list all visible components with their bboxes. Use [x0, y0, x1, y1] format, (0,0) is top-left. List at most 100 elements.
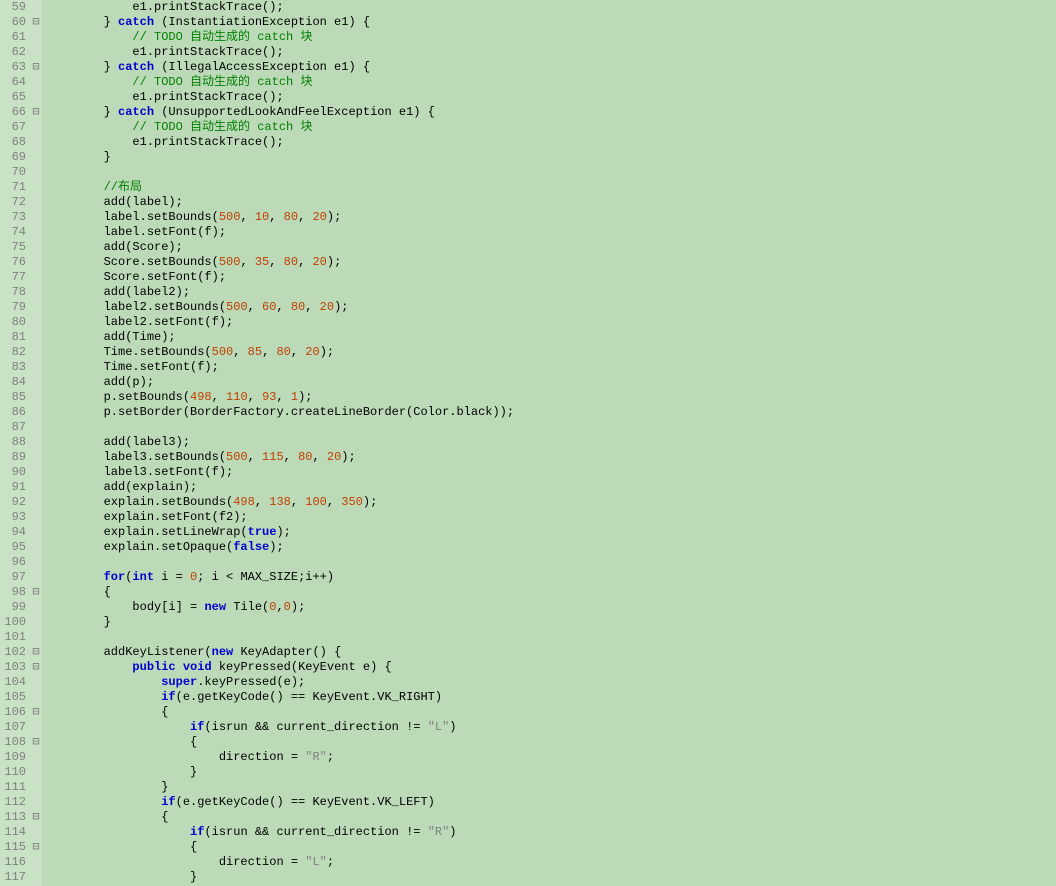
code-line[interactable]: add(Time);: [46, 330, 1056, 345]
line-number: 74: [0, 225, 26, 240]
fold-spacer: [30, 30, 42, 45]
code-line[interactable]: if(e.getKeyCode() == KeyEvent.VK_LEFT): [46, 795, 1056, 810]
fold-toggle-icon[interactable]: ⊟: [30, 840, 42, 855]
line-number: 85: [0, 390, 26, 405]
code-line[interactable]: add(label3);: [46, 435, 1056, 450]
code-line[interactable]: Time.setBounds(500, 85, 80, 20);: [46, 345, 1056, 360]
code-line[interactable]: if(e.getKeyCode() == KeyEvent.VK_RIGHT): [46, 690, 1056, 705]
fold-toggle-icon[interactable]: ⊟: [30, 705, 42, 720]
fold-toggle-icon[interactable]: ⊟: [30, 105, 42, 120]
line-number: 68: [0, 135, 26, 150]
fold-spacer: [30, 510, 42, 525]
fold-spacer: [30, 765, 42, 780]
code-line[interactable]: direction = "R";: [46, 750, 1056, 765]
line-number: 59: [0, 0, 26, 15]
code-line[interactable]: Score.setBounds(500, 35, 80, 20);: [46, 255, 1056, 270]
code-line[interactable]: {: [46, 705, 1056, 720]
fold-spacer: [30, 0, 42, 15]
code-line[interactable]: {: [46, 810, 1056, 825]
line-number-gutter: 5960616263646566676869707172737475767778…: [0, 0, 30, 886]
code-line[interactable]: [46, 165, 1056, 180]
code-line[interactable]: if(isrun && current_direction != "L"): [46, 720, 1056, 735]
code-line[interactable]: [46, 420, 1056, 435]
fold-spacer: [30, 870, 42, 885]
fold-spacer: [30, 540, 42, 555]
line-number: 103: [0, 660, 26, 675]
code-line[interactable]: } catch (IllegalAccessException e1) {: [46, 60, 1056, 75]
code-line[interactable]: p.setBounds(498, 110, 93, 1);: [46, 390, 1056, 405]
code-line[interactable]: explain.setLineWrap(true);: [46, 525, 1056, 540]
code-line[interactable]: }: [46, 780, 1056, 795]
code-line[interactable]: direction = "L";: [46, 855, 1056, 870]
code-line[interactable]: [46, 630, 1056, 645]
code-line[interactable]: label2.setBounds(500, 60, 80, 20);: [46, 300, 1056, 315]
line-number: 107: [0, 720, 26, 735]
code-line[interactable]: }: [46, 870, 1056, 885]
code-line[interactable]: {: [46, 735, 1056, 750]
code-line[interactable]: for(int i = 0; i < MAX_SIZE;i++): [46, 570, 1056, 585]
fold-toggle-icon[interactable]: ⊟: [30, 60, 42, 75]
code-line[interactable]: e1.printStackTrace();: [46, 45, 1056, 60]
fold-toggle-icon[interactable]: ⊟: [30, 735, 42, 750]
code-line[interactable]: explain.setFont(f2);: [46, 510, 1056, 525]
fold-toggle-icon[interactable]: ⊟: [30, 15, 42, 30]
code-line[interactable]: }: [46, 615, 1056, 630]
code-line[interactable]: add(p);: [46, 375, 1056, 390]
fold-toggle-icon[interactable]: ⊟: [30, 645, 42, 660]
line-number: 62: [0, 45, 26, 60]
code-line[interactable]: [46, 555, 1056, 570]
line-number: 89: [0, 450, 26, 465]
fold-spacer: [30, 720, 42, 735]
code-line[interactable]: p.setBorder(BorderFactory.createLineBord…: [46, 405, 1056, 420]
code-line[interactable]: Score.setFont(f);: [46, 270, 1056, 285]
code-line[interactable]: explain.setOpaque(false);: [46, 540, 1056, 555]
code-line[interactable]: add(label2);: [46, 285, 1056, 300]
line-number: 77: [0, 270, 26, 285]
code-line[interactable]: label2.setFont(f);: [46, 315, 1056, 330]
code-line[interactable]: e1.printStackTrace();: [46, 135, 1056, 150]
code-line[interactable]: public void keyPressed(KeyEvent e) {: [46, 660, 1056, 675]
code-line[interactable]: // TODO 自动生成的 catch 块: [46, 75, 1056, 90]
code-line[interactable]: super.keyPressed(e);: [46, 675, 1056, 690]
code-editor[interactable]: e1.printStackTrace(); } catch (Instantia…: [42, 0, 1056, 886]
line-number: 70: [0, 165, 26, 180]
code-line[interactable]: e1.printStackTrace();: [46, 90, 1056, 105]
code-line[interactable]: add(Score);: [46, 240, 1056, 255]
fold-toggle-icon[interactable]: ⊟: [30, 810, 42, 825]
fold-toggle-icon[interactable]: ⊟: [30, 585, 42, 600]
fold-spacer: [30, 690, 42, 705]
code-line[interactable]: label.setBounds(500, 10, 80, 20);: [46, 210, 1056, 225]
code-line[interactable]: }: [46, 765, 1056, 780]
code-line[interactable]: label3.setBounds(500, 115, 80, 20);: [46, 450, 1056, 465]
code-line[interactable]: //布局: [46, 180, 1056, 195]
code-line[interactable]: }: [46, 150, 1056, 165]
code-line[interactable]: {: [46, 840, 1056, 855]
code-line[interactable]: label3.setFont(f);: [46, 465, 1056, 480]
code-line[interactable]: if(isrun && current_direction != "R"): [46, 825, 1056, 840]
line-number: 60: [0, 15, 26, 30]
code-line[interactable]: explain.setBounds(498, 138, 100, 350);: [46, 495, 1056, 510]
code-line[interactable]: } catch (UnsupportedLookAndFeelException…: [46, 105, 1056, 120]
fold-spacer: [30, 210, 42, 225]
code-line[interactable]: // TODO 自动生成的 catch 块: [46, 30, 1056, 45]
code-line[interactable]: } catch (InstantiationException e1) {: [46, 15, 1056, 30]
fold-spacer: [30, 285, 42, 300]
code-line[interactable]: label.setFont(f);: [46, 225, 1056, 240]
code-line[interactable]: add(explain);: [46, 480, 1056, 495]
code-line[interactable]: add(label);: [46, 195, 1056, 210]
code-line[interactable]: addKeyListener(new KeyAdapter() {: [46, 645, 1056, 660]
fold-gutter[interactable]: ⊟⊟⊟⊟⊟⊟⊟⊟⊟⊟: [30, 0, 42, 886]
code-line[interactable]: {: [46, 585, 1056, 600]
code-line[interactable]: // TODO 自动生成的 catch 块: [46, 120, 1056, 135]
line-number: 63: [0, 60, 26, 75]
fold-spacer: [30, 420, 42, 435]
line-number: 96: [0, 555, 26, 570]
line-number: 71: [0, 180, 26, 195]
code-line[interactable]: e1.printStackTrace();: [46, 0, 1056, 15]
fold-toggle-icon[interactable]: ⊟: [30, 660, 42, 675]
code-line[interactable]: Time.setFont(f);: [46, 360, 1056, 375]
line-number: 90: [0, 465, 26, 480]
line-number: 88: [0, 435, 26, 450]
line-number: 65: [0, 90, 26, 105]
code-line[interactable]: body[i] = new Tile(0,0);: [46, 600, 1056, 615]
